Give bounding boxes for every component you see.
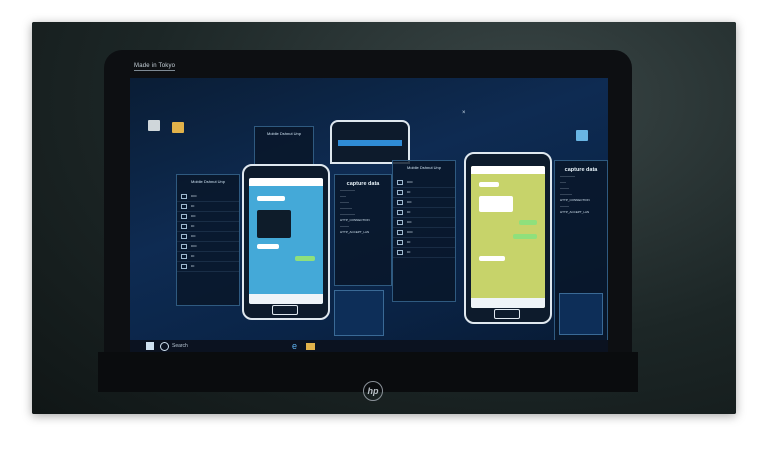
device-panel-left: Mobile Dshnut Unp ••••• ••• •••• ••• •••… [176, 174, 240, 306]
taskbar-search-label[interactable]: Search [172, 343, 188, 349]
row-dot: ••• [407, 190, 411, 194]
row-dot: ••• [191, 264, 195, 268]
capture-panel-left: capture data ————— —— ——— ———— ————— HTT… [334, 174, 392, 286]
device-row[interactable]: ••• [177, 222, 239, 232]
row-dot: •••• [191, 234, 196, 238]
map-thumbnail [334, 290, 384, 336]
file-explorer-icon[interactable] [306, 343, 315, 350]
capture-http-accept: HTTP_ACCEPT_LAN [560, 210, 590, 214]
capture-http-accept: HTTP_ACCEPT_LAN [340, 230, 370, 234]
device-row[interactable]: •••• [177, 232, 239, 242]
laptop-screen: Mobile Dshnut Unp × Mobile Dshnut Unp ••… [130, 78, 608, 350]
back-window-left-title: Mobile Dshnut Unp [266, 131, 302, 136]
phone-left [242, 164, 330, 320]
phone-right [464, 152, 552, 324]
row-dot: ••• [191, 224, 195, 228]
row-dot: ••••• [407, 230, 413, 234]
device-row[interactable]: •••• [393, 218, 455, 228]
windows-start-icon[interactable] [146, 342, 154, 350]
phone-right-screen [471, 166, 545, 308]
folder-icon[interactable] [172, 122, 184, 133]
search-icon[interactable] [160, 342, 169, 351]
row-dot: ••••• [191, 244, 197, 248]
back-window-left: Mobile Dshnut Unp [254, 126, 314, 166]
device-row[interactable]: ••• [393, 208, 455, 218]
device-row[interactable]: ••••• [393, 178, 455, 188]
row-dot: ••• [407, 240, 411, 244]
app-icon[interactable] [576, 130, 588, 141]
device-row[interactable]: ••• [177, 262, 239, 272]
device-row[interactable]: ••• [393, 248, 455, 258]
capture-panel-left-title: capture data [346, 181, 380, 187]
row-dot: ••• [407, 250, 411, 254]
device-panel-right-title: Mobile Dshnut Unp [406, 165, 442, 170]
hp-logo: hp [363, 381, 383, 401]
close-icon[interactable]: × [462, 110, 466, 116]
device-row[interactable]: ••• [177, 202, 239, 212]
capture-panel-right: capture data ————— —— ——— ———— HTTP_CONN… [554, 160, 608, 342]
row-dot: •••• [407, 200, 412, 204]
device-row[interactable]: •••• [177, 212, 239, 222]
device-row[interactable]: •••• [393, 198, 455, 208]
edge-browser-icon[interactable]: e [292, 341, 297, 351]
row-dot: ••••• [407, 180, 413, 184]
back-phone [330, 120, 410, 164]
row-dot: •••• [191, 214, 196, 218]
phone-left-screen [249, 178, 323, 304]
recycle-bin-icon[interactable] [148, 120, 160, 131]
device-row[interactable]: ••••• [177, 192, 239, 202]
device-panel-left-title: Mobile Dshnut Unp [190, 179, 226, 184]
row-dot: ••• [407, 210, 411, 214]
row-dot: •••• [407, 220, 412, 224]
row-dot: ••••• [191, 194, 197, 198]
device-row[interactable]: ••••• [177, 242, 239, 252]
device-row[interactable]: ••• [393, 188, 455, 198]
row-dot: ••• [191, 204, 195, 208]
capture-panel-right-title: capture data [564, 167, 598, 173]
device-row[interactable]: ••• [177, 252, 239, 262]
device-row[interactable]: ••••• [393, 228, 455, 238]
device-row[interactable]: ••• [393, 238, 455, 248]
taskbar [130, 340, 608, 352]
overlay-tag: Made in Tokyo [134, 63, 176, 71]
device-panel-right: Mobile Dshnut Unp ••••• ••• •••• ••• •••… [392, 160, 456, 302]
row-dot: ••• [191, 254, 195, 258]
